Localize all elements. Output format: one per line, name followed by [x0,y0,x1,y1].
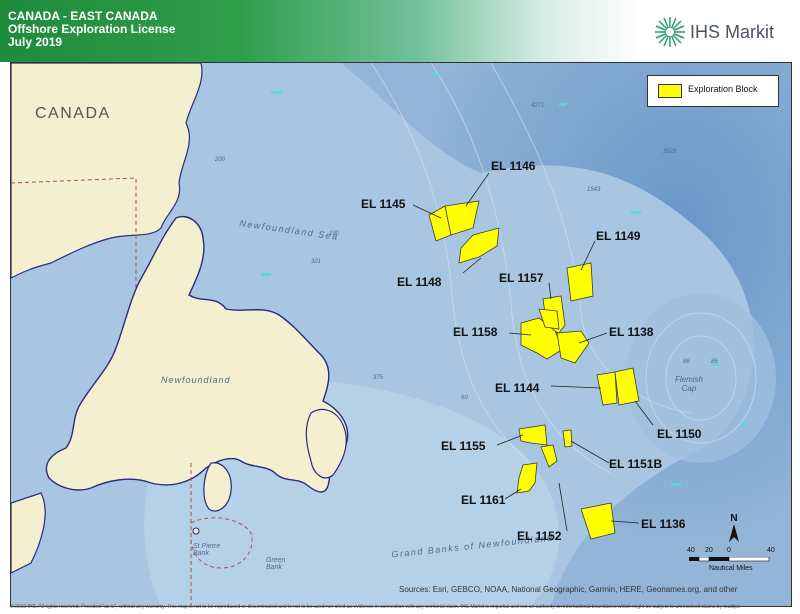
st-pierre-island [192,527,200,535]
depth-label: 60 [461,395,468,401]
depth-label: 3528 [663,149,677,155]
title-banner: CANADA - EAST CANADA Offshore Exploratio… [0,0,800,62]
legend-swatch [658,84,682,98]
block-label: EL 1152 [517,529,562,543]
north-arrow-icon [729,524,739,542]
scale-tick: 40 [767,547,775,554]
scale-unit: Nautical Miles [709,565,753,572]
map-legend: Exploration Block [647,75,779,107]
north-arrow: N [727,513,741,543]
block-label: EL 1144 [495,381,540,395]
scale-tick: 20 [705,547,713,554]
block-label: EL 1146 [491,159,536,173]
legend-label: Exploration Block [688,84,758,94]
block-label: EL 1138 [609,325,654,339]
block-label: EL 1148 [397,275,442,289]
scale-bar: 40 20 0 40 Nautical Miles [687,547,777,577]
map-sources: Sources: Esri, GEBCO, NOAA, National Geo… [399,585,738,594]
block-label: EL 1161 [461,493,506,507]
north-arrow-label: N [730,513,738,524]
block-el-1149 [566,262,594,302]
st-pierre-bank-label: St Pierre Bank [193,543,221,557]
depth-label: 86 [683,359,690,365]
burin-peninsula [203,462,232,512]
scale-tick: 0 [727,547,731,554]
scale-bar-graphic [689,557,770,562]
flemish-cap-label: Flemish Cap [674,375,703,393]
block-label: EL 1157 [499,271,544,285]
depth-label: 321 [311,259,322,265]
depth-label: 190 [329,231,340,237]
map-frame: CANADA Newfoundland Newfoundland Sea Gra… [10,62,792,607]
depth-label: 375 [373,375,384,381]
depth-label: 4271 [531,103,545,109]
newfoundland-label: Newfoundland [161,375,231,385]
country-label: CANADA [35,105,111,122]
depth-label: 200 [215,157,226,163]
green-bank-label: Green Bank [266,557,286,571]
ihs-markit-starburst-icon [655,17,685,47]
title-line-date: July 2019 [8,35,63,49]
ihs-markit-logo: IHS Markit [652,14,792,50]
block-label: EL 1136 [641,517,686,531]
depth-label: 86 [711,359,718,365]
block-label: EL 1155 [441,439,486,453]
depth-label: 1543 [587,187,601,193]
block-label: EL 1145 [361,197,406,211]
scale-tick: 40 [687,547,695,554]
block-label: EL 1158 [453,325,498,339]
block-label: EL 1150 [657,427,702,441]
block-label: EL 1151B [609,457,663,471]
block-label: EL 1149 [596,229,641,243]
block-el-1151b [562,429,573,448]
footer-disclaimer: © 2019 IHS. All rights reserved. Provide… [10,604,741,610]
logo-text: IHS Markit [690,22,775,42]
